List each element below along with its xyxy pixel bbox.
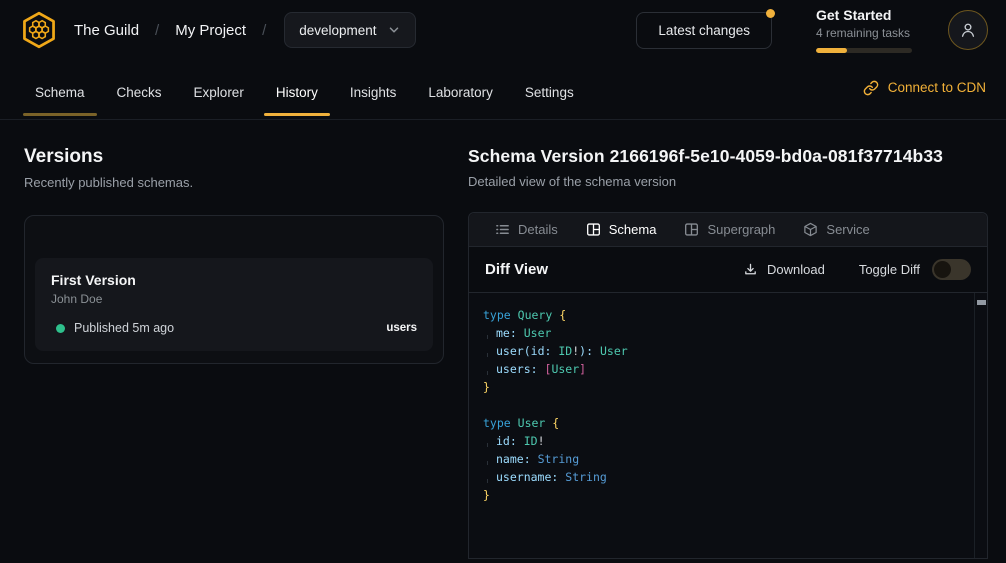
toggle-diff-label: Toggle Diff — [859, 262, 920, 277]
cube-icon — [803, 222, 818, 237]
breadcrumb-project[interactable]: My Project — [175, 22, 246, 39]
versions-panel: Versions Recently published schemas. Fir… — [24, 146, 444, 559]
connect-to-cdn-label: Connect to CDN — [888, 80, 986, 95]
notification-dot — [766, 9, 775, 18]
download-icon — [743, 262, 758, 277]
version-service-badge: users — [386, 322, 417, 334]
version-author: John Doe — [51, 292, 417, 306]
tab-schema-view-label: Schema — [609, 222, 657, 237]
get-started-progress-bar — [816, 48, 912, 53]
tab-explorer[interactable]: Explorer — [179, 60, 259, 119]
tab-details-label: Details — [518, 222, 558, 237]
versions-card: First Version John Doe Published 5m ago … — [24, 215, 444, 364]
user-menu-button[interactable] — [948, 10, 988, 50]
latest-changes-button[interactable]: Latest changes — [636, 12, 772, 49]
breadcrumb-separator: / — [155, 22, 159, 39]
sdl-code: type Query {me: Useruser(id: ID!): Useru… — [483, 306, 959, 504]
link-icon — [863, 80, 879, 96]
tab-service-label: Service — [826, 222, 869, 237]
get-started-progress-fill — [816, 48, 847, 53]
app-header: The Guild / My Project / development Lat… — [0, 0, 1006, 60]
breadcrumb-org[interactable]: The Guild — [74, 22, 139, 39]
diff-actions: Download Toggle Diff — [743, 259, 971, 280]
target-selector-dropdown[interactable]: development — [284, 12, 415, 48]
toggle-diff-switch[interactable] — [932, 259, 971, 280]
tab-history[interactable]: History — [261, 60, 333, 119]
download-label: Download — [767, 262, 825, 277]
main-content: Versions Recently published schemas. Fir… — [0, 120, 1006, 559]
get-started-subtitle: 4 remaining tasks — [816, 26, 912, 40]
app-root: The Guild / My Project / development Lat… — [0, 0, 1006, 559]
tab-checks[interactable]: Checks — [102, 60, 177, 119]
sdl-code-block: type Query {me: Useruser(id: ID!): Useru… — [469, 293, 987, 558]
code-scrollbar-thumb[interactable] — [977, 300, 986, 305]
versions-subtitle: Recently published schemas. — [24, 175, 444, 190]
tab-settings[interactable]: Settings — [510, 60, 589, 119]
diff-view-title: Diff View — [485, 261, 548, 278]
published-status-dot — [56, 324, 65, 333]
code-scrollbar[interactable] — [974, 293, 987, 558]
connect-to-cdn-button[interactable]: Connect to CDN — [863, 60, 986, 119]
main-nav: Schema Checks Explorer History Insights … — [0, 60, 1006, 120]
version-name: First Version — [51, 272, 417, 288]
latest-changes-label: Latest changes — [658, 23, 750, 38]
tab-schema[interactable]: Schema — [20, 60, 100, 119]
panels-icon — [684, 222, 699, 237]
tab-supergraph[interactable]: Supergraph — [670, 213, 789, 246]
versions-title: Versions — [24, 146, 444, 168]
tab-insights[interactable]: Insights — [335, 60, 412, 119]
get-started-title: Get Started — [816, 7, 912, 25]
version-detail-panel: Schema Version 2166196f-5e10-4059-bd0a-0… — [468, 146, 988, 559]
diff-toolbar: Diff View Download Toggle Diff — [469, 247, 987, 293]
version-list-item[interactable]: First Version John Doe Published 5m ago … — [35, 258, 433, 351]
version-meta-row: Published 5m ago users — [51, 321, 417, 335]
breadcrumb: The Guild / My Project / — [74, 22, 266, 39]
get-started-widget[interactable]: Get Started 4 remaining tasks — [816, 7, 912, 54]
schema-version-subtitle: Detailed view of the schema version — [468, 174, 988, 189]
switch-knob — [934, 261, 951, 278]
breadcrumb-separator-2: / — [262, 22, 266, 39]
schema-panel: Details Schema — [468, 212, 988, 559]
tab-schema-view[interactable]: Schema — [572, 213, 671, 246]
tab-details[interactable]: Details — [481, 213, 572, 246]
version-status: Published 5m ago — [74, 321, 174, 335]
chevron-down-icon — [387, 23, 401, 37]
list-icon — [495, 222, 510, 237]
detail-tab-bar: Details Schema — [469, 213, 987, 247]
tab-laboratory[interactable]: Laboratory — [413, 60, 508, 119]
tab-service[interactable]: Service — [789, 213, 883, 246]
download-button[interactable]: Download — [743, 262, 825, 277]
schema-version-title: Schema Version 2166196f-5e10-4059-bd0a-0… — [468, 146, 988, 167]
target-selector-value: development — [299, 23, 376, 38]
hive-logo-icon[interactable] — [18, 9, 60, 51]
tab-supergraph-label: Supergraph — [707, 222, 775, 237]
panels-icon — [586, 222, 601, 237]
user-icon — [958, 20, 978, 40]
